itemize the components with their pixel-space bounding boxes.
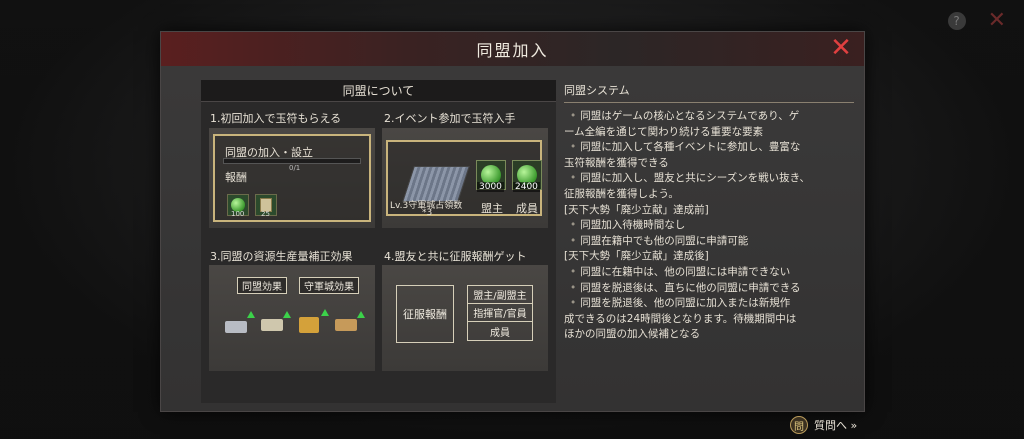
alliance-system-title: 同盟システム xyxy=(564,82,854,103)
role-member: 成員 xyxy=(490,327,510,339)
reward-label: 報酬 xyxy=(225,171,247,184)
system-text: ーム全編を通じて関わり続ける重要な要素 xyxy=(564,125,764,138)
role-commander: 指揮官/官員 xyxy=(468,304,532,322)
bullet-icon: • xyxy=(570,172,577,185)
alliance-system-panel: 同盟システム • 同盟はゲームの核心となるシステムであり、ゲ ーム全編を通じて関わり… xyxy=(564,82,854,343)
help-icon: ? xyxy=(947,12,966,30)
bullet-icon: • xyxy=(570,281,577,294)
close-button[interactable]: ✕ xyxy=(828,35,854,61)
system-text-line: • 同盟はゲームの核心となるシステムであり、ゲ xyxy=(564,109,854,125)
bullet-icon: • xyxy=(570,234,577,247)
bullet-icon: • xyxy=(570,110,577,122)
system-text: 同盟を脱退後は、直ちに他の同盟に申請できる xyxy=(580,281,801,294)
about-alliance-panel: 同盟について 1.初回加入で玉符もらえる 同盟の加入・設立 0/1 報酬 100… xyxy=(201,80,556,403)
member-gem-value: 2400 xyxy=(513,182,540,192)
background-top-icons: ? ✕ xyxy=(947,8,1006,33)
bullet-icon: • xyxy=(570,265,577,278)
about-alliance-header: 同盟について xyxy=(201,80,556,102)
reward-count: 100 xyxy=(231,210,245,218)
system-text: 同盟加入待機時間なし xyxy=(580,219,686,232)
up-arrow-icon xyxy=(247,311,255,318)
resource-bonus-tile: 同盟効果 守軍城効果 xyxy=(209,265,375,371)
system-text-line: 成できるのは24時間後となります。待機期間中は xyxy=(564,312,854,328)
system-text: 征服報酬を獲得しよう。 xyxy=(564,187,679,200)
bullet-icon: • xyxy=(570,141,577,154)
system-text: [天下大勢「廃少立献」達成後] xyxy=(564,250,709,263)
system-text: 同盟に在籍中は、他の同盟には申請できない xyxy=(580,265,791,278)
conquest-reward-box: 征服報酬 xyxy=(396,285,454,343)
event-reward-tile: Lv.3守軍城占領数 *3 3000 盟主 2400 成員 xyxy=(382,128,548,228)
up-arrow-icon xyxy=(321,309,329,316)
alliance-effect-tag: 同盟効果 xyxy=(237,277,287,294)
dialog-title: 同盟加入 xyxy=(476,41,549,60)
faq-button[interactable]: 問 質問へ » xyxy=(790,416,857,434)
leader-caption: 盟主 xyxy=(481,202,503,215)
system-text-line: [天下大勢「廃少立献」達成前] xyxy=(564,203,854,219)
system-text: [天下大勢「廃少立献」達成前] xyxy=(564,203,709,216)
system-text: 同盟に加入し、盟友と共にシーズンを戦い抜き、 xyxy=(580,172,810,185)
stone-resource-icon xyxy=(261,319,283,331)
system-text-line: • 同盟に在籍中は、他の同盟には申請できない xyxy=(564,265,854,281)
background-close-icon: ✕ xyxy=(987,8,1006,33)
system-text-line: • 同盟に加入し、盟友と共にシーズンを戦い抜き、 xyxy=(564,171,854,187)
section-1-label: 1.初回加入で玉符もらえる xyxy=(210,112,342,125)
fortress-count: *3 xyxy=(422,208,433,218)
system-text-line: ーム全編を通じて関わり続ける重要な要素 xyxy=(564,125,854,141)
system-text-line: • 同盟を脱退後、他の同盟に加入または新規作 xyxy=(564,296,854,312)
alliance-join-dialog: 同盟加入 ✕ 同盟について 1.初回加入で玉符もらえる 同盟の加入・設立 0/1… xyxy=(160,31,865,412)
system-text: 成できるのは24時間後となります。待機期間中は xyxy=(564,312,797,325)
system-text-line: [天下大勢「廃少立献」達成後] xyxy=(564,249,854,265)
bullet-icon: • xyxy=(570,219,577,232)
system-text: 同盟に加入して各種イベントに参加し、豊富な xyxy=(580,141,801,154)
role-leader: 盟主/副盟主 xyxy=(468,286,532,304)
up-arrow-icon xyxy=(357,311,365,318)
section-4-label: 4.盟友と共に征服報酬ゲット xyxy=(384,250,527,263)
dialog-header: 同盟加入 ✕ xyxy=(161,32,864,66)
wood-resource-icon xyxy=(335,319,357,331)
system-text-line: ほかの同盟の加入候補となる xyxy=(564,327,854,343)
system-text: 同盟を脱退後、他の同盟に加入または新規作 xyxy=(580,297,791,310)
member-caption: 成員 xyxy=(516,202,538,215)
alliance-system-text: • 同盟はゲームの核心となるシステムであり、ゲ ーム全編を通じて関わり続ける重要な要… xyxy=(564,109,854,343)
system-text-line: • 同盟加入待機時間なし xyxy=(564,218,854,234)
system-text: 玉符報酬を獲得できる xyxy=(564,156,669,169)
section-3-label: 3.同盟の資源生産量補正効果 xyxy=(210,250,353,263)
section-2-label: 2.イベント参加で玉符入手 xyxy=(384,112,516,125)
conquest-reward-tile: 征服報酬 盟主/副盟主 指揮官/官員 成員 xyxy=(382,265,548,371)
system-text: 同盟はゲームの核心となるシステムであり、ゲ xyxy=(580,110,800,122)
system-text-line: • 同盟を脱退後は、直ちに他の同盟に申請できる xyxy=(564,281,854,297)
system-text-line: • 同盟在籍中でも他の同盟に申請可能 xyxy=(564,234,854,250)
system-text: ほかの同盟の加入候補となる xyxy=(564,328,701,341)
grain-resource-icon xyxy=(299,317,319,333)
system-text-line: 玉符報酬を獲得できる xyxy=(564,156,854,172)
reward-count: 25 xyxy=(261,210,270,218)
leader-gem-value: 3000 xyxy=(477,182,504,192)
book-icon: 問 xyxy=(790,416,808,434)
faq-label: 質問へ » xyxy=(814,419,858,432)
system-text-line: • 同盟に加入して各種イベントに参加し、豊富な xyxy=(564,140,854,156)
iron-resource-icon xyxy=(225,321,247,333)
fortress-icon xyxy=(402,166,470,202)
bullet-icon: • xyxy=(570,297,577,310)
system-text: 同盟在籍中でも他の同盟に申請可能 xyxy=(580,234,749,247)
first-join-reward-tile: 同盟の加入・設立 0/1 報酬 100 25 xyxy=(209,128,375,228)
role-list: 盟主/副盟主 指揮官/官員 成員 xyxy=(467,285,533,341)
system-text-line: 征服報酬を獲得しよう。 xyxy=(564,187,854,203)
up-arrow-icon xyxy=(283,311,291,318)
join-progress-text: 0/1 xyxy=(289,164,301,172)
fortress-effect-tag: 守軍城効果 xyxy=(299,277,359,294)
